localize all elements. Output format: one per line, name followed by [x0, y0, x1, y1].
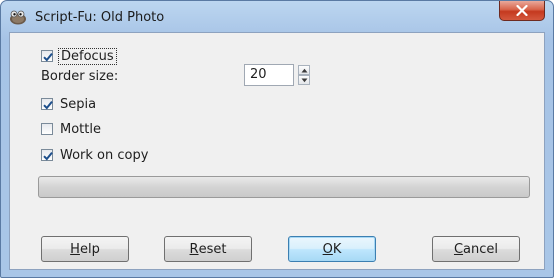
spin-down-button[interactable] [298, 75, 310, 85]
help-label-rest: elp [79, 241, 100, 257]
mottle-label[interactable]: Mottle [60, 122, 101, 137]
dialog-content: Defocus Border size: 20 Sepia Mottle Wor… [9, 32, 545, 270]
close-icon [516, 5, 528, 16]
mottle-checkbox[interactable] [41, 123, 53, 135]
title-bar[interactable]: Script-Fu: Old Photo [1, 1, 553, 35]
work-on-copy-checkbox[interactable] [41, 149, 53, 161]
work-on-copy-label[interactable]: Work on copy [60, 148, 148, 163]
sepia-label[interactable]: Sepia [60, 97, 96, 112]
arrow-up-icon [301, 68, 308, 73]
cancel-mnemonic: C [453, 241, 464, 257]
sepia-checkbox[interactable] [41, 98, 53, 110]
help-mnemonic: H [70, 241, 80, 257]
defocus-checkbox[interactable] [41, 50, 53, 62]
defocus-row: Defocus [41, 47, 117, 65]
work-on-copy-row: Work on copy [41, 146, 148, 164]
border-size-input[interactable]: 20 [244, 64, 294, 86]
reset-button[interactable]: Reset [164, 236, 252, 262]
progress-bar [38, 176, 530, 198]
ok-label-rest: K [332, 241, 342, 257]
spin-up-button[interactable] [298, 65, 310, 75]
checkmark-icon [43, 151, 53, 161]
ok-button[interactable]: OK [288, 236, 376, 262]
dialog-window: Script-Fu: Old Photo Defocus Border size… [0, 0, 554, 278]
sepia-row: Sepia [41, 95, 96, 113]
arrow-down-icon [301, 78, 308, 83]
ok-mnemonic: O [322, 241, 333, 257]
window-title: Script-Fu: Old Photo [35, 10, 165, 25]
mottle-row: Mottle [41, 120, 101, 138]
cancel-button[interactable]: Cancel [432, 236, 520, 262]
border-size-label: Border size: [41, 69, 119, 84]
close-button[interactable] [499, 1, 545, 21]
checkmark-icon [43, 52, 53, 62]
defocus-label[interactable]: Defocus [58, 47, 117, 65]
help-button[interactable]: Help [41, 236, 129, 262]
cancel-label-rest: ancel [463, 241, 499, 257]
gimp-icon [9, 9, 27, 25]
reset-label-rest: eset [198, 241, 227, 257]
checkmark-icon [43, 100, 53, 110]
border-size-stepper[interactable] [298, 65, 310, 85]
reset-mnemonic: R [189, 241, 199, 257]
